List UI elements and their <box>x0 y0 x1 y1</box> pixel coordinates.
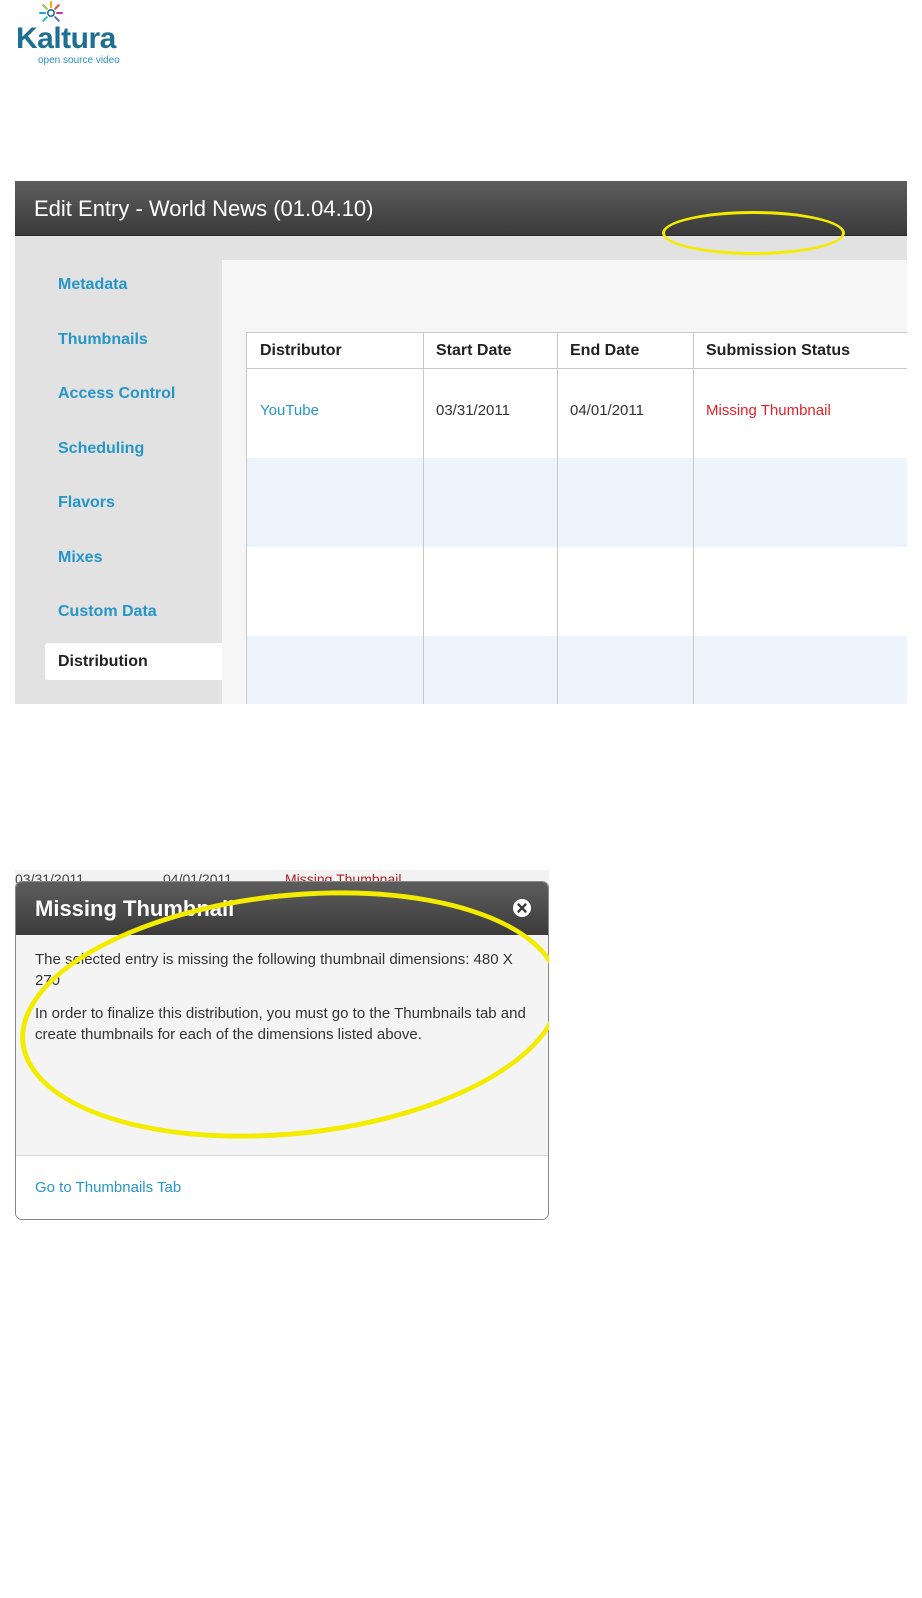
column-header-start-date[interactable]: Start Date <box>423 333 557 368</box>
column-header-distributor[interactable]: Distributor <box>247 333 423 368</box>
logo-wordmark: Kaltura <box>16 22 116 55</box>
distribution-content: Distributor Start Date End Date Submissi… <box>222 260 907 704</box>
edit-entry-panel: Edit Entry - World News (01.04.10) Metad… <box>15 181 907 704</box>
table-row <box>247 547 907 636</box>
column-header-end-date[interactable]: End Date <box>557 333 693 368</box>
table-header: Distributor Start Date End Date Submissi… <box>247 333 907 369</box>
logo-tagline: open source video <box>38 55 120 66</box>
column-divider <box>557 333 558 704</box>
table-row <box>247 458 907 547</box>
nav-item-flavors[interactable]: Flavors <box>58 494 115 514</box>
nav-item-scheduling[interactable]: Scheduling <box>58 440 144 460</box>
status-highlight-annotation <box>662 211 845 255</box>
status-missing-thumbnail-link[interactable]: Missing Thumbnail <box>693 402 831 419</box>
go-to-thumbnails-tab-link[interactable]: Go to Thumbnails Tab <box>35 1179 181 1196</box>
nav-item-access-control[interactable]: Access Control <box>58 385 175 405</box>
panel-title: Edit Entry - World News (01.04.10) <box>34 196 374 221</box>
side-nav: Metadata Thumbnails Access Control Sched… <box>15 236 222 704</box>
table-row <box>247 636 907 704</box>
distributor-youtube-link[interactable]: YouTube <box>247 402 319 419</box>
start-date-cell: 03/31/2011 <box>436 402 510 419</box>
distribution-table: Distributor Start Date End Date Submissi… <box>246 332 907 704</box>
column-divider <box>693 333 694 704</box>
column-divider <box>423 333 424 704</box>
nav-item-metadata[interactable]: Metadata <box>58 276 127 296</box>
nav-item-thumbnails[interactable]: Thumbnails <box>58 331 148 351</box>
nav-item-custom-data[interactable]: Custom Data <box>58 603 157 623</box>
kaltura-logo: Kaltura open source video <box>16 0 156 70</box>
end-date-cell: 04/01/2011 <box>570 402 644 419</box>
popup-screenshot: 03/31/2011 04/01/2011 Missing Thumbnail … <box>15 870 549 1220</box>
dialog-footer: Go to Thumbnails Tab <box>16 1155 548 1219</box>
close-icon[interactable] <box>512 898 532 918</box>
table-row[interactable]: YouTube 03/31/2011 04/01/2011 Missing Th… <box>247 369 907 458</box>
nav-item-distribution[interactable]: Distribution <box>45 643 222 680</box>
column-header-submission-status[interactable]: Submission Status <box>693 333 907 368</box>
nav-item-mixes[interactable]: Mixes <box>58 549 102 569</box>
